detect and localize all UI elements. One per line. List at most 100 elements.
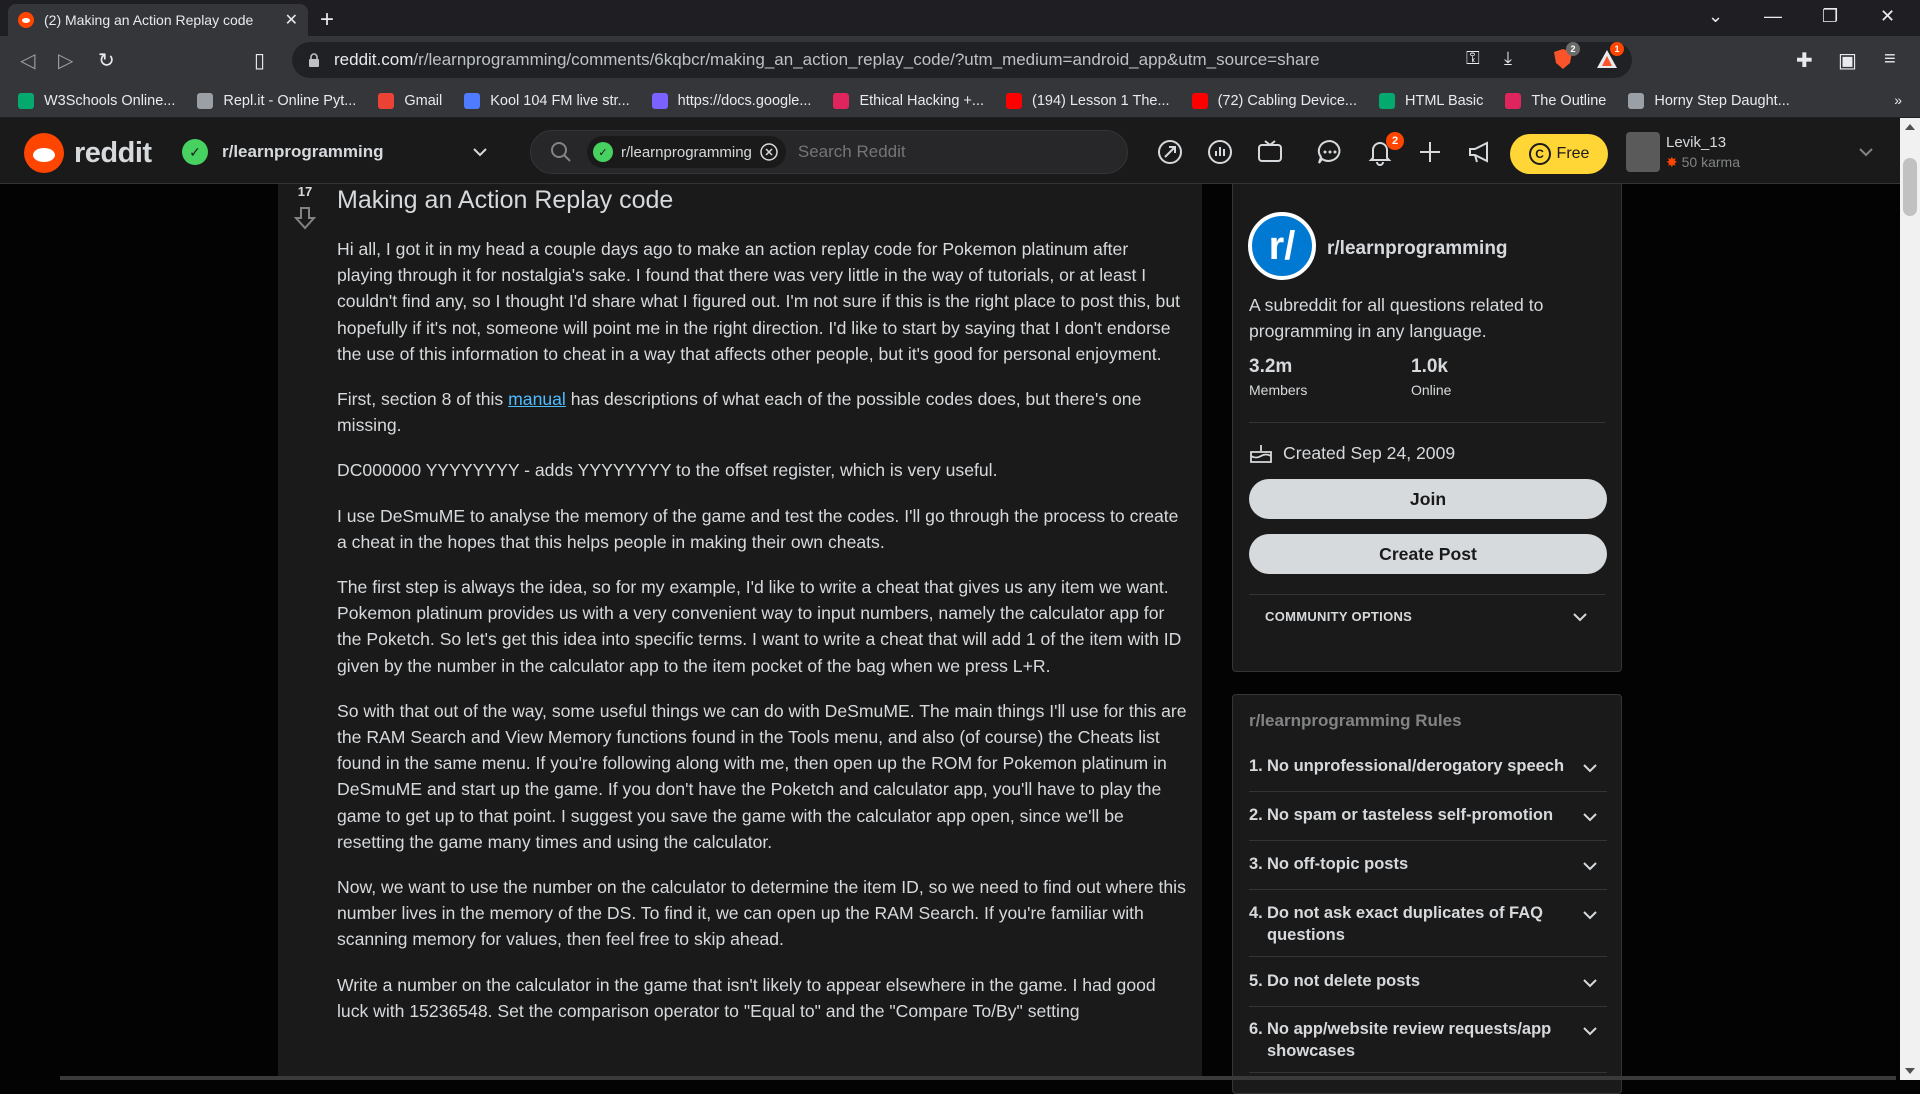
bookmark-item[interactable]: Ethical Hacking +... xyxy=(833,92,984,109)
create-post-button[interactable]: Create Post xyxy=(1249,534,1607,574)
tab-search-chevron-icon[interactable]: ⌄ xyxy=(1708,6,1723,27)
rule-item[interactable]: 5. Do not delete posts xyxy=(1249,970,1607,1007)
rule-item[interactable]: 6. No app/website review requests/app sho… xyxy=(1249,1018,1607,1073)
bookmark-item[interactable]: The Outline xyxy=(1505,92,1606,109)
extensions-puzzle-icon[interactable]: ✚ xyxy=(1796,48,1813,73)
rule-item[interactable]: 1. No unprofessional/derogatory speech xyxy=(1249,755,1607,792)
wallet-icon[interactable]: ▣ xyxy=(1838,48,1857,73)
downvote-arrow-icon[interactable] xyxy=(293,205,317,231)
bookmark-favicon-icon xyxy=(378,92,395,109)
vertical-scrollbar[interactable] xyxy=(1900,118,1920,1080)
divider xyxy=(1249,422,1605,423)
clear-chip-icon[interactable] xyxy=(760,143,778,161)
restore-icon[interactable]: ❐ xyxy=(1822,6,1838,27)
menu-icon[interactable]: ≡ xyxy=(1884,48,1896,71)
join-button[interactable]: Join xyxy=(1249,479,1607,519)
online-count: 1.0k xyxy=(1411,356,1448,377)
bookmark-icon[interactable]: ▯ xyxy=(254,48,265,73)
online-stat: 1.0k Online xyxy=(1411,356,1451,398)
address-bar[interactable]: reddit.com/r/learnprogramming/comments/6… xyxy=(292,42,1632,78)
chevron-down-icon xyxy=(1583,979,1597,988)
rule-text: Do not ask exact duplicates of FAQ quest… xyxy=(1267,904,1543,944)
chevron-down-icon xyxy=(1583,911,1597,920)
forward-icon[interactable]: ▷ xyxy=(58,48,73,73)
search-icon xyxy=(551,142,571,162)
search-input[interactable] xyxy=(797,142,1078,162)
vote-column: 17 xyxy=(290,184,320,236)
bookmark-label: Kool 104 FM live str... xyxy=(490,92,630,109)
browser-toolbar: ◁ ▷ ↻ ▯ reddit.com/r/learnprogramming/co… xyxy=(0,36,1920,84)
scroll-down-arrow-icon[interactable] xyxy=(1905,1068,1915,1074)
popular-icon[interactable] xyxy=(1156,138,1184,166)
post-paragraph: So with that out of the way, some useful… xyxy=(337,700,1187,852)
rule-item[interactable]: 4. Do not ask exact duplicates of FAQ que… xyxy=(1249,902,1607,957)
back-icon[interactable]: ◁ xyxy=(20,48,35,73)
notifications-badge: 2 xyxy=(1386,132,1404,150)
community-description: A subreddit for all questions related to… xyxy=(1249,295,1544,341)
manual-link[interactable]: manual xyxy=(508,389,566,409)
avatar xyxy=(1626,132,1660,172)
url-domain: reddit.com xyxy=(334,50,414,69)
user-menu[interactable]: Levik_13 50 karma xyxy=(1626,128,1876,176)
bookmark-favicon-icon xyxy=(833,92,850,109)
reddit-wordmark[interactable]: reddit xyxy=(74,137,152,170)
rule-text: No spam or tasteless self-promotion xyxy=(1267,806,1554,824)
bookmark-item[interactable]: Horny Step Daught... xyxy=(1628,92,1790,109)
community-options-label: COMMUNITY OPTIONS xyxy=(1265,608,1413,624)
reddit-logo-icon[interactable] xyxy=(24,133,64,173)
bookmark-item[interactable]: HTML Basic xyxy=(1378,92,1483,109)
search-chip-label: r/learnprogramming xyxy=(621,143,752,161)
key-icon[interactable]: ⚿ xyxy=(1466,48,1480,69)
search-bar[interactable]: ✓ r/learnprogramming xyxy=(530,130,1128,174)
community-avatar: r/ xyxy=(1248,212,1316,280)
chat-icon[interactable] xyxy=(1316,138,1344,166)
close-window-icon[interactable]: ✕ xyxy=(1880,6,1895,27)
search-community-chip[interactable]: ✓ r/learnprogramming xyxy=(587,136,786,168)
close-tab-icon[interactable]: ✕ xyxy=(285,10,298,30)
bookmark-item[interactable]: Kool 104 FM live str... xyxy=(464,92,630,109)
username: Levik_13 xyxy=(1666,134,1727,151)
rule-item[interactable]: 3. No off-topic posts xyxy=(1249,853,1607,890)
reload-icon[interactable]: ↻ xyxy=(98,48,115,73)
lock-icon xyxy=(309,53,319,67)
rpan-icon[interactable] xyxy=(1256,138,1284,166)
all-icon[interactable] xyxy=(1206,138,1234,166)
chevron-down-icon xyxy=(1583,1027,1597,1036)
advertise-megaphone-icon[interactable] xyxy=(1466,138,1494,166)
brave-shield-icon[interactable]: 2 xyxy=(1552,42,1580,70)
community-name[interactable]: r/learnprogramming xyxy=(1327,238,1508,260)
bookmark-item[interactable]: (72) Cabling Device... xyxy=(1191,92,1357,109)
browser-tab-strip: (2) Making an Action Replay code ✕ + ⌄ —… xyxy=(0,0,1920,36)
community-icon: ✓ xyxy=(593,142,613,162)
more-bookmarks-icon[interactable]: » xyxy=(1894,92,1902,108)
scroll-up-arrow-icon[interactable] xyxy=(1905,124,1915,130)
free-premium-button[interactable]: C Free xyxy=(1510,134,1608,174)
rule-item[interactable]: 2. No spam or tasteless self-promotion xyxy=(1249,804,1607,841)
community-selector[interactable]: ✓ r/learnprogramming xyxy=(182,132,502,172)
brave-rewards-icon[interactable]: 1 xyxy=(1596,42,1624,70)
karma-count: 50 karma xyxy=(1666,154,1740,171)
bookmark-item[interactable]: https://docs.google... xyxy=(651,92,811,109)
members-count: 3.2m xyxy=(1249,356,1293,377)
rule-text: Do not delete posts xyxy=(1267,972,1421,990)
browser-tab[interactable]: (2) Making an Action Replay code ✕ xyxy=(8,4,308,36)
tab-title: (2) Making an Action Replay code xyxy=(44,12,254,28)
scrollbar-thumb[interactable] xyxy=(1903,158,1917,216)
bookmark-item[interactable]: Repl.it - Online Pyt... xyxy=(197,92,356,109)
community-options-toggle[interactable]: COMMUNITY OPTIONS xyxy=(1249,596,1607,636)
reddit-header: reddit ✓ r/learnprogramming ✓ r/learnpro… xyxy=(0,118,1900,184)
bookmark-favicon-icon xyxy=(651,92,668,109)
minimize-icon[interactable]: — xyxy=(1764,6,1782,27)
rule-text: No off-topic posts xyxy=(1267,855,1409,873)
divider xyxy=(1249,594,1605,595)
horizontal-scrollbar[interactable] xyxy=(60,1076,1896,1080)
rule-number: 6. xyxy=(1249,1020,1263,1038)
new-tab-icon[interactable]: + xyxy=(320,6,334,34)
bookmark-item[interactable]: Gmail xyxy=(378,92,442,109)
bookmark-item[interactable]: (194) Lesson 1 The... xyxy=(1005,92,1170,109)
bookmark-label: (194) Lesson 1 The... xyxy=(1031,92,1170,109)
install-icon[interactable]: ⤓ xyxy=(1504,48,1512,69)
create-post-plus-icon[interactable] xyxy=(1416,138,1444,166)
community-label: r/learnprogramming xyxy=(222,142,384,161)
bookmark-item[interactable]: W3Schools Online... xyxy=(18,92,175,109)
